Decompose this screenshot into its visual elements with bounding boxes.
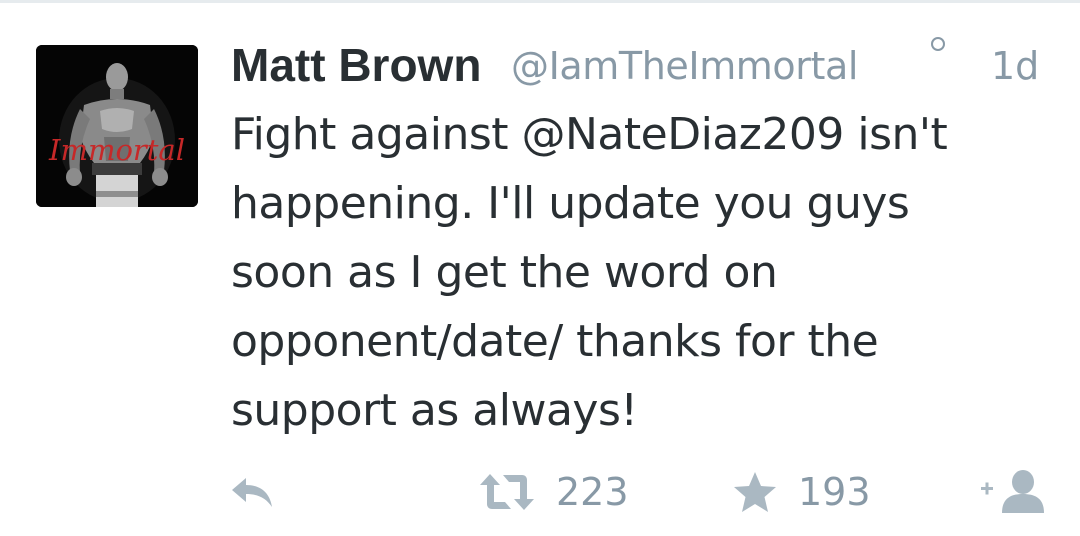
add-user-icon	[981, 470, 1044, 513]
location-dot-icon	[931, 37, 945, 51]
avatar-logo-text: Immortal	[48, 133, 185, 167]
display-name[interactable]: Matt Brown	[231, 36, 481, 94]
follow-button[interactable]	[978, 462, 1048, 522]
avatar[interactable]: Immortal	[36, 45, 198, 207]
tweet-text-line: soon as I get the word on	[231, 247, 778, 298]
tweet-card: Immortal Matt Brown @IamTheImmortal 1d F…	[0, 0, 1080, 536]
tweet-header: Matt Brown @IamTheImmortal 1d	[231, 36, 1051, 96]
tweet-text-line: happening. I'll update you guys	[231, 178, 910, 229]
favorite-button[interactable]: 193	[732, 462, 871, 522]
user-handle[interactable]: @IamTheImmortal	[511, 39, 858, 93]
tweet-text-line: Fight against @NateDiaz209 isn't	[231, 109, 948, 160]
tweet-text-line: support as always!	[231, 385, 638, 436]
favorite-count: 193	[798, 470, 871, 514]
top-divider	[0, 0, 1080, 3]
tweet-actions: 223 193	[0, 462, 1080, 522]
reply-icon	[232, 478, 272, 507]
star-icon	[734, 472, 776, 512]
retweet-icon	[480, 474, 534, 510]
retweet-count: 223	[556, 470, 629, 514]
timestamp[interactable]: 1d	[991, 39, 1039, 93]
retweet-button[interactable]: 223	[478, 462, 629, 522]
tweet-text: Fight against @NateDiaz209 isn't happeni…	[231, 100, 1031, 445]
reply-button[interactable]	[228, 462, 276, 522]
tweet-text-line: opponent/date/ thanks for the	[231, 316, 879, 367]
avatar-image: Immortal	[36, 45, 198, 207]
